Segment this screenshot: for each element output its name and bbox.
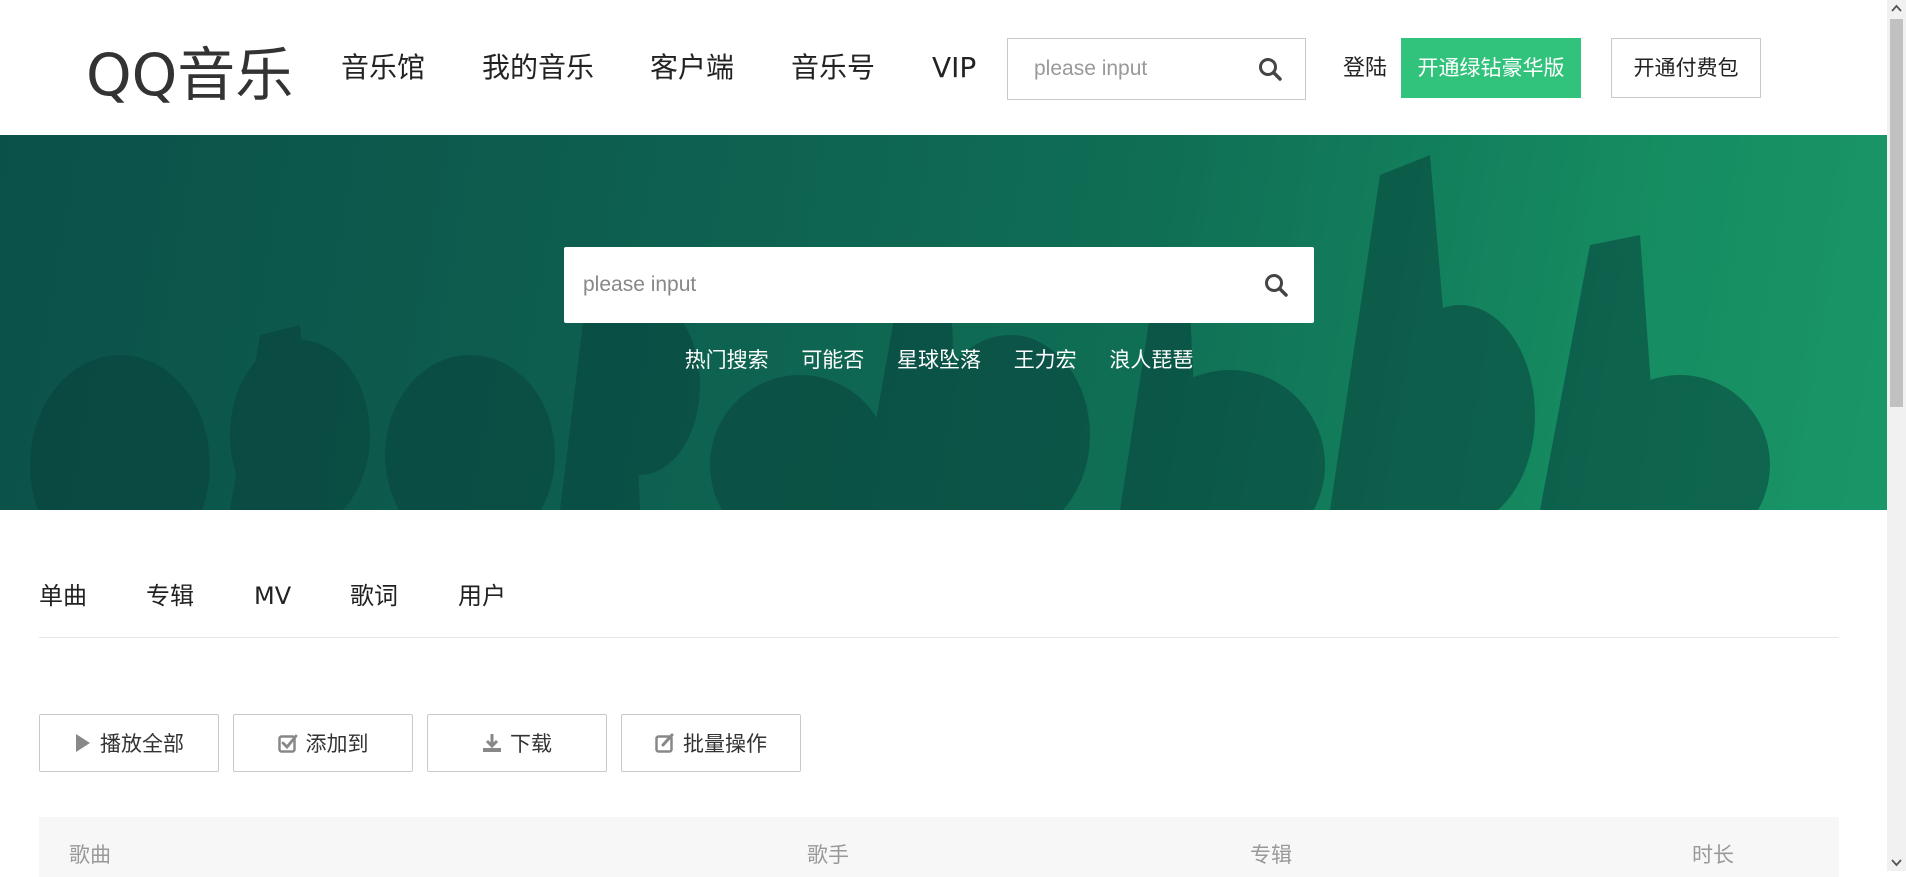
tab-albums[interactable]: 专辑 <box>146 580 194 612</box>
hot-search-item[interactable]: 浪人琵琶 <box>1109 348 1193 372</box>
site-logo[interactable]: QQ音乐 <box>86 37 293 113</box>
hot-search-label: 热门搜索 <box>684 348 769 372</box>
header-search-input[interactable] <box>1008 39 1274 99</box>
tab-songs[interactable]: 单曲 <box>39 580 87 612</box>
hero-banner: 热门搜索 可能否 星球坠落 王力宏 浪人琵琶 <box>0 135 1887 510</box>
scroll-down-arrow-icon[interactable] <box>1887 854 1906 871</box>
search-icon[interactable] <box>1263 272 1289 298</box>
batch-operation-label: 批量操作 <box>683 732 767 756</box>
add-to-button[interactable]: 添加到 <box>233 714 413 772</box>
nav-music-account[interactable]: 音乐号 <box>791 50 875 86</box>
download-button[interactable]: 下载 <box>427 714 607 772</box>
play-icon <box>76 734 90 752</box>
nav-music-hall[interactable]: 音乐馆 <box>341 50 425 86</box>
column-singer: 歌手 <box>807 843 849 867</box>
nav-vip[interactable]: VIP <box>932 50 976 86</box>
song-table-header: 歌曲 歌手 专辑 时长 <box>39 817 1839 877</box>
add-to-label: 添加到 <box>305 732 369 756</box>
tabs-divider <box>39 637 1839 638</box>
scroll-up-arrow-icon[interactable] <box>1887 0 1906 17</box>
header-search-box <box>1007 38 1306 100</box>
hot-search-bar: 热门搜索 可能否 星球坠落 王力宏 浪人琵琶 <box>0 346 1878 374</box>
hot-search-item[interactable]: 星球坠落 <box>897 348 981 372</box>
open-green-diamond-button[interactable]: 开通绿钻豪华版 <box>1401 38 1581 98</box>
download-label: 下载 <box>510 732 552 756</box>
top-header: QQ音乐 音乐馆 我的音乐 客户端 音乐号 VIP 登陆 开通绿钻豪华版 开通付… <box>0 0 1887 135</box>
main-search-box <box>564 247 1314 323</box>
main-search-input[interactable] <box>564 247 1263 323</box>
batch-operation-button[interactable]: 批量操作 <box>621 714 801 772</box>
column-duration: 时长 <box>1692 843 1734 867</box>
tab-users[interactable]: 用户 <box>458 580 506 612</box>
column-album: 专辑 <box>1250 843 1292 867</box>
hot-search-item[interactable]: 可能否 <box>801 348 864 372</box>
play-all-button[interactable]: 播放全部 <box>39 714 219 772</box>
nav-my-music[interactable]: 我的音乐 <box>482 50 594 86</box>
checkbox-icon <box>277 734 297 753</box>
search-icon[interactable] <box>1257 56 1283 82</box>
download-icon <box>483 734 501 752</box>
scrollbar-thumb[interactable] <box>1890 19 1903 407</box>
edit-icon <box>655 733 674 753</box>
open-paid-package-button[interactable]: 开通付费包 <box>1611 38 1761 98</box>
hot-search-item[interactable]: 王力宏 <box>1014 348 1077 372</box>
tab-lyrics[interactable]: 歌词 <box>350 580 398 612</box>
page-scrollbar[interactable] <box>1887 0 1906 871</box>
login-link[interactable]: 登陆 <box>1343 54 1387 84</box>
play-all-label: 播放全部 <box>100 732 184 756</box>
tab-mv[interactable]: MV <box>254 580 291 612</box>
nav-client[interactable]: 客户端 <box>650 50 734 86</box>
column-song: 歌曲 <box>69 843 111 867</box>
